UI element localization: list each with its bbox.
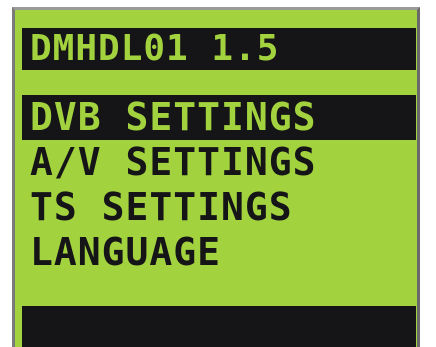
status-bar [22, 306, 416, 347]
menu-item-label: A/V SETTINGS [30, 140, 317, 184]
menu-item-label: LANGUAGE [30, 230, 222, 274]
menu-item-av-settings[interactable]: A/V SETTINGS [22, 140, 416, 185]
device-title-bar: DMHDL01 1.5 [22, 28, 416, 70]
menu-item-language[interactable]: LANGUAGE [22, 230, 416, 275]
menu-item-label: DVB SETTINGS [30, 95, 317, 139]
menu-item-dvb-settings[interactable]: DVB SETTINGS [22, 95, 416, 140]
menu-item-label: TS SETTINGS [30, 185, 293, 229]
main-menu: DVB SETTINGS A/V SETTINGS TS SETTINGS LA… [22, 95, 416, 275]
menu-item-ts-settings[interactable]: TS SETTINGS [22, 185, 416, 230]
device-title: DMHDL01 1.5 [30, 28, 280, 69]
lcd-display: DMHDL01 1.5 DVB SETTINGS A/V SETTINGS TS… [0, 0, 436, 347]
